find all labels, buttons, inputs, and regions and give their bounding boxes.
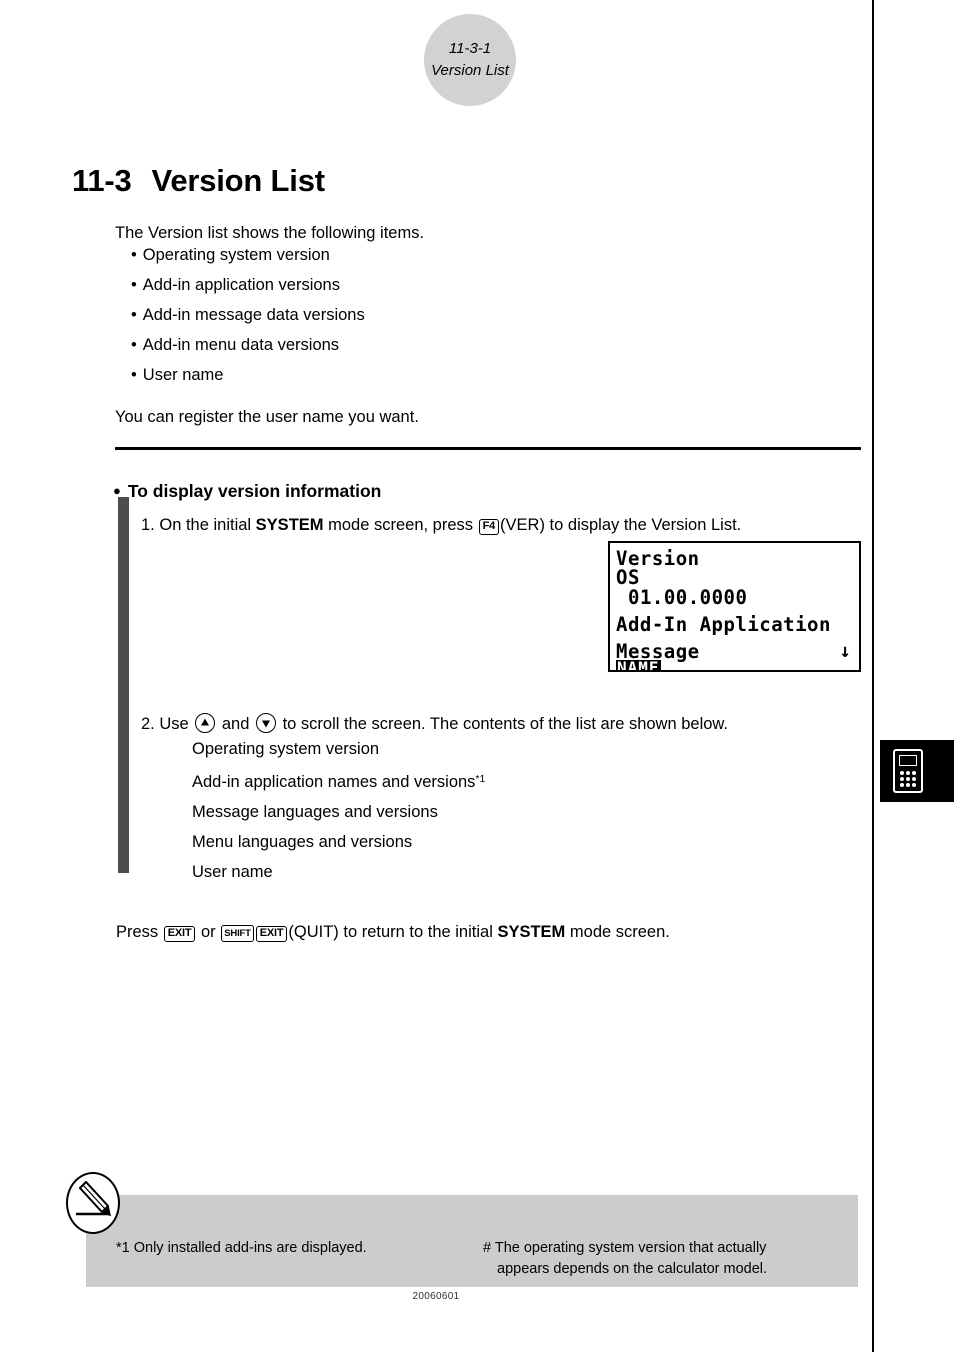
step-text: Use bbox=[159, 714, 194, 733]
instruction-text: (QUIT) to return to the initial bbox=[288, 922, 498, 941]
section-heading: ● To display version information bbox=[113, 481, 381, 502]
header-badge: 11-3-1 Version List bbox=[424, 14, 516, 106]
page-title-text: Version List bbox=[151, 162, 326, 198]
step-number: 1. bbox=[141, 515, 155, 534]
footnote-right: # The operating system version that actu… bbox=[483, 1238, 767, 1280]
footnote-right-line1: # The operating system version that actu… bbox=[483, 1239, 767, 1256]
list-item: Menu languages and versions bbox=[192, 827, 485, 857]
pencil-glyph bbox=[76, 1180, 112, 1217]
chapter-side-tab bbox=[880, 740, 954, 802]
down-arrow-key-icon bbox=[256, 712, 276, 733]
list-item-label: Add-in menu data versions bbox=[142, 336, 340, 354]
section-bullet-icon: ● bbox=[113, 482, 121, 498]
lcd-function-key-name: NAME bbox=[616, 660, 661, 670]
procedure-step-2: 2. Use and to scroll the screen. The con… bbox=[141, 712, 729, 734]
list-item-label: Add-in application versions bbox=[142, 276, 340, 294]
list-item-label: Operating system version bbox=[142, 246, 330, 264]
list-item: • User name bbox=[131, 360, 365, 390]
list-item: Operating system version bbox=[192, 734, 485, 764]
list-item: • Add-in application versions bbox=[131, 270, 365, 300]
step-text: (VER) to display the Version List. bbox=[500, 515, 742, 534]
section-divider bbox=[115, 447, 861, 450]
list-item-label: Operating system version bbox=[192, 740, 380, 758]
mode-name: SYSTEM bbox=[497, 922, 566, 941]
footnote-left: *1 Only installed add-ins are displayed. bbox=[116, 1239, 367, 1256]
bullet-dot-icon: • bbox=[131, 246, 137, 264]
calculator-lcd-screenshot: Version OS 01.00.0000 Add-In Application… bbox=[608, 541, 861, 672]
header-badge-section: 11-3-1 bbox=[448, 40, 492, 57]
list-item: • Add-in message data versions bbox=[131, 300, 365, 330]
mode-name: SYSTEM bbox=[255, 515, 324, 534]
list-item: User name bbox=[192, 857, 485, 887]
step-text: mode screen, press bbox=[323, 515, 478, 534]
exit-instruction: Press EXIT or SHIFT EXIT (QUIT) to return … bbox=[116, 922, 670, 942]
list-item-label: User name bbox=[192, 863, 273, 881]
scroll-down-arrow-icon: ↓ bbox=[839, 640, 851, 662]
instruction-text: Press bbox=[116, 922, 163, 941]
step-text: On the initial bbox=[159, 515, 256, 534]
bullet-dot-icon: • bbox=[131, 306, 137, 324]
procedure-sidebar-rule bbox=[118, 497, 129, 873]
footnote-right-line2: appears depends on the calculator model. bbox=[497, 1260, 768, 1277]
list-item: Add-in application names and versions*1 bbox=[192, 764, 485, 797]
page-edge-rule bbox=[872, 0, 874, 1352]
feature-bullet-list: • Operating system version • Add-in applic… bbox=[131, 240, 365, 390]
up-arrow-key-icon bbox=[195, 712, 216, 733]
instruction-text: or bbox=[196, 922, 221, 941]
list-item-label: User name bbox=[142, 366, 224, 384]
lcd-line-os-version: 01.00.0000 bbox=[628, 585, 748, 609]
calculator-icon bbox=[893, 749, 923, 793]
list-item: • Add-in menu data versions bbox=[131, 330, 365, 360]
header-badge-title: Version List bbox=[431, 62, 509, 79]
shift-key-icon: SHIFT bbox=[221, 924, 254, 942]
bullet-dot-icon: • bbox=[131, 366, 137, 384]
list-item-label: Message languages and versions bbox=[192, 803, 438, 821]
step-text: to scroll the screen. The contents of th… bbox=[278, 714, 729, 733]
step-text: and bbox=[217, 714, 254, 733]
page-footer-date: 20060601 bbox=[412, 1291, 460, 1302]
instruction-text: mode screen. bbox=[565, 922, 670, 941]
lcd-line-addin-application: Add-In Application bbox=[616, 612, 831, 636]
list-item: • Operating system version bbox=[131, 240, 365, 270]
f4-key-icon: F4 bbox=[478, 518, 500, 535]
page-title: 11-3 Version List bbox=[72, 163, 325, 199]
list-item-label: Add-in message data versions bbox=[142, 306, 365, 324]
bullet-dot-icon: • bbox=[131, 276, 137, 294]
calculator-keypad-icon bbox=[899, 770, 917, 788]
bullet-dot-icon: • bbox=[131, 336, 137, 354]
version-list-contents: Operating system version Add-in applicat… bbox=[192, 734, 485, 887]
procedure-step-1: 1. On the initial SYSTEM mode screen, pr… bbox=[141, 515, 741, 535]
list-item-label: Menu languages and versions bbox=[192, 833, 413, 851]
list-item: Message languages and versions bbox=[192, 797, 485, 827]
intro-paragraph-bottom: You can register the user name you want. bbox=[115, 407, 419, 426]
exit-key-icon: EXIT bbox=[163, 925, 196, 942]
footnote-marker: *1 bbox=[475, 773, 486, 785]
note-pencil-icon bbox=[66, 1172, 120, 1234]
step-number: 2. bbox=[141, 714, 155, 733]
exit-key-icon: EXIT bbox=[255, 925, 288, 942]
calculator-screen-icon bbox=[899, 755, 917, 766]
list-item-label: Add-in application names and versions bbox=[192, 773, 476, 791]
section-heading-label: To display version information bbox=[127, 480, 382, 501]
page-title-number: 11-3 bbox=[72, 162, 132, 198]
